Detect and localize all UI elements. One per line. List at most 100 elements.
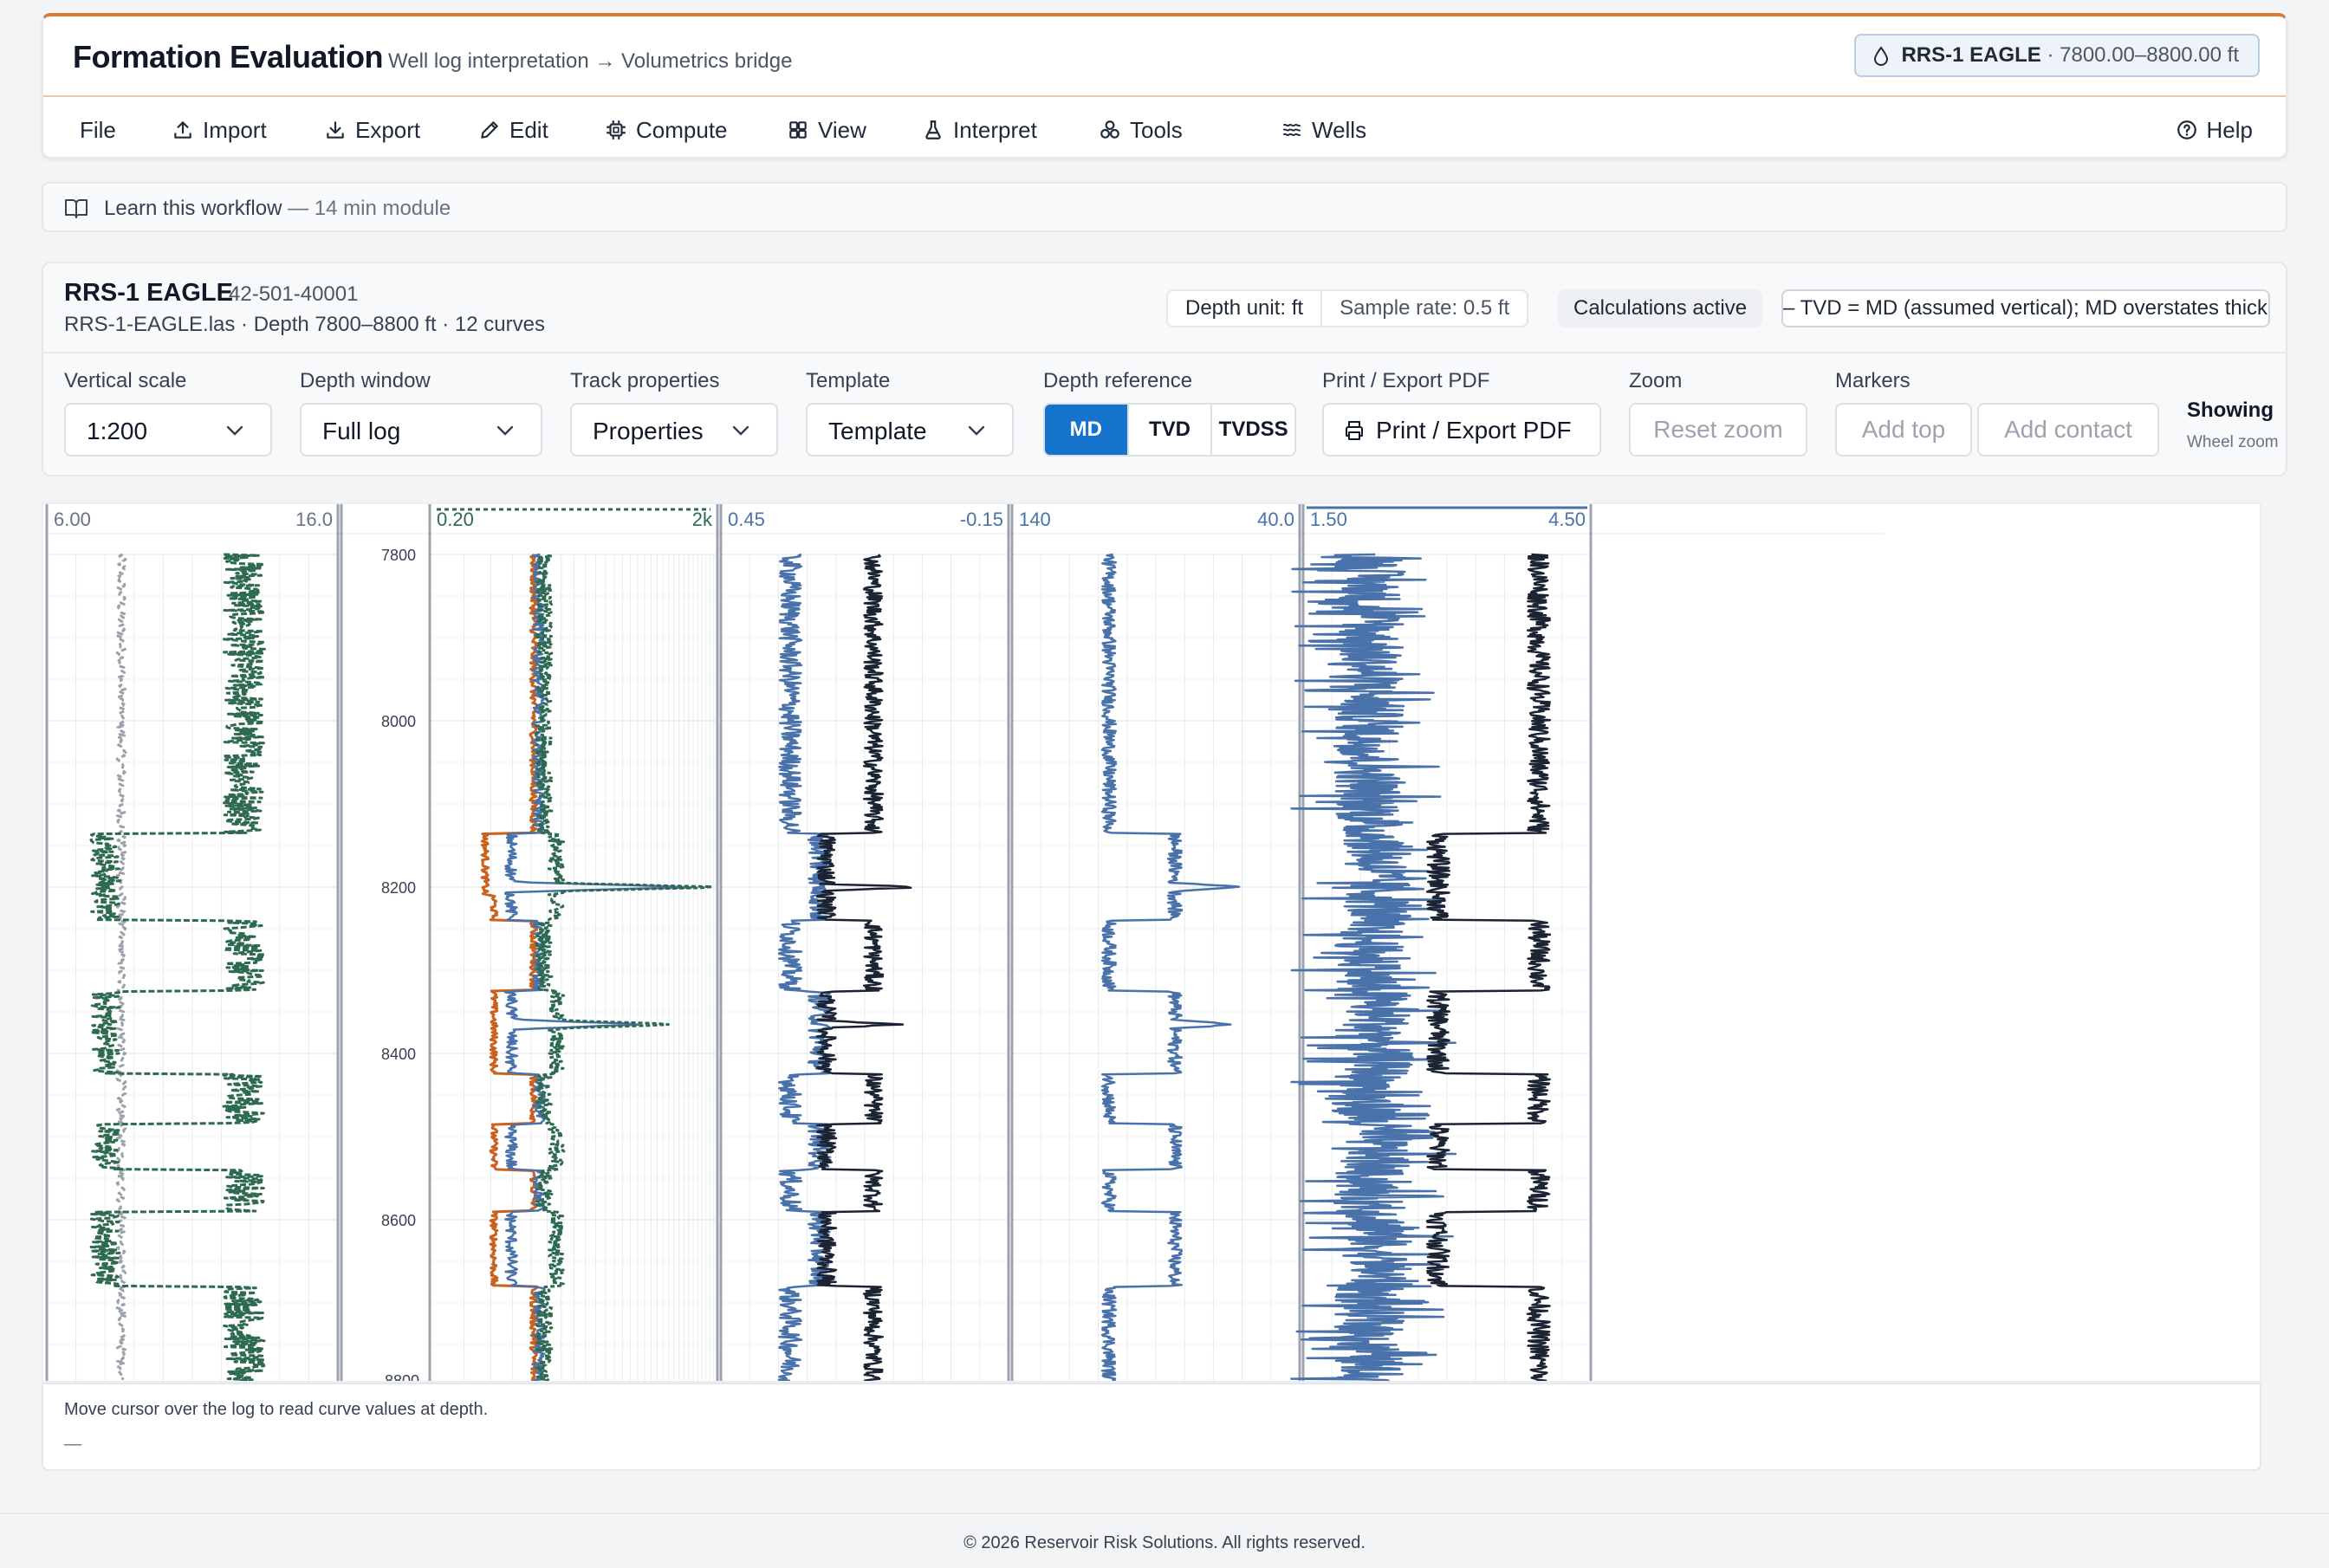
track-scale-right: 4.50 xyxy=(1548,509,1586,530)
menu-view[interactable]: View xyxy=(787,114,866,146)
learn-title: Learn this workflow xyxy=(104,197,282,220)
template-label: Template xyxy=(806,369,891,392)
reset-zoom-button[interactable]: Reset zoom xyxy=(1629,403,1807,457)
cursor-readout: Move cursor over the log to read curve v… xyxy=(42,1383,2261,1471)
help-icon xyxy=(2177,120,2196,139)
chevron-down-icon xyxy=(968,425,985,436)
track-scale-right: 2k xyxy=(692,509,713,530)
track-properties-select[interactable]: Properties xyxy=(570,403,778,457)
well-api: 42-501-40001 xyxy=(229,282,359,306)
learn-workflow-bar[interactable]: Learn this workflow — 14 min module xyxy=(42,182,2287,232)
app-title: Formation Evaluation xyxy=(73,39,384,75)
menu-view-label: View xyxy=(818,116,866,143)
depth-ref-md[interactable]: MD xyxy=(1045,405,1127,455)
menu-wells[interactable]: Wells xyxy=(1281,114,1366,146)
vertical-scale-label: Vertical scale xyxy=(64,369,187,392)
menu-import[interactable]: Import xyxy=(172,114,267,146)
well-summary: RRS-1 EAGLE 42-501-40001 RRS-1-EAGLE.las… xyxy=(43,263,2286,353)
menu-help-label: Help xyxy=(2206,116,2253,143)
depth-ref-tvd[interactable]: TVD xyxy=(1126,405,1211,455)
well-chip-name: RRS-1 EAGLE xyxy=(1901,43,2041,67)
depth-reference-toggle: MD TVD TVDSS xyxy=(1043,403,1296,457)
well-chip-range: · 7800.00–8800.00 ft xyxy=(2040,43,2239,67)
menu-tools-label: Tools xyxy=(1130,116,1183,143)
chevron-down-icon xyxy=(226,425,243,436)
menu-export[interactable]: Export xyxy=(324,114,420,146)
template-select[interactable]: Template xyxy=(806,403,1014,457)
depth-reference-label: Depth reference xyxy=(1043,369,1193,392)
tvd-note: – TVD = MD (assumed vertical); MD overst… xyxy=(1781,289,2270,327)
well-name: RRS-1 EAGLE xyxy=(64,279,233,307)
depth-tick-label: 8200 xyxy=(381,879,416,897)
book-icon xyxy=(65,199,88,218)
depth-tick-label: 8600 xyxy=(381,1212,416,1229)
menu-interpret-label: Interpret xyxy=(953,116,1037,143)
zoom-label: Zoom xyxy=(1629,369,1683,392)
template-value: Template xyxy=(828,418,927,444)
depth-unit: Depth unit: ft xyxy=(1185,296,1304,320)
active-well-chip[interactable]: RRS-1 EAGLE · 7800.00–8800.00 ft xyxy=(1854,34,2260,77)
log-viewer[interactable]: 7800 8000 8200 8400 8600 8800 6.00 16.0 0.20 2k 0.… xyxy=(42,502,2261,1383)
waves-icon xyxy=(1282,124,1301,136)
depth-window-label: Depth window xyxy=(300,369,431,392)
add-top-button[interactable]: Add top xyxy=(1835,403,1972,457)
print-export-button[interactable]: Print / Export PDF xyxy=(1322,403,1601,457)
add-contact-button[interactable]: Add contact xyxy=(1977,403,2159,457)
footer: © 2026 Reservoir Risk Solutions. All rig… xyxy=(0,1513,2329,1568)
log-tracks-canvas[interactable]: 7800 8000 8200 8400 8600 8800 6.00 16.0 0.20 2k 0.… xyxy=(43,504,2260,1381)
menu-file-label: File xyxy=(80,116,116,143)
print-export-label: Print / Export PDF xyxy=(1376,417,1572,444)
calc-status-badge: Calculations active xyxy=(1558,289,1763,327)
track-scale-right: 16.0 xyxy=(295,509,333,530)
depth-window-select[interactable]: Full log xyxy=(300,403,542,457)
upload-icon xyxy=(174,121,191,139)
chevron-down-icon xyxy=(496,425,514,436)
print-label: Print / Export PDF xyxy=(1322,369,1490,392)
vertical-scale-value: 1:200 xyxy=(87,418,148,444)
menu-compute[interactable]: Compute xyxy=(605,114,728,146)
menu-tools[interactable]: Tools xyxy=(1099,114,1183,146)
track-scale-left: 1.50 xyxy=(1310,509,1347,530)
menu-bar: File Import Export Edit Compute View Int… xyxy=(43,99,2286,159)
menu-wells-label: Wells xyxy=(1312,116,1367,143)
chevron-down-icon xyxy=(732,425,749,436)
learn-workflow-text: Learn this workflow — 14 min module xyxy=(104,197,451,221)
pencil-icon xyxy=(481,121,498,139)
markers-label: Markers xyxy=(1835,369,1911,392)
app-page: Formation Evaluation Well log interpreta… xyxy=(0,0,2329,1568)
menu-import-label: Import xyxy=(203,116,267,143)
flask-icon xyxy=(925,120,941,139)
depth-tick-label: 8000 xyxy=(381,713,416,730)
vertical-scale-select[interactable]: 1:200 xyxy=(64,403,272,457)
tvd-note-text: – TVD = MD (assumed vertical); MD overst… xyxy=(1783,296,2270,320)
menu-file[interactable]: File xyxy=(80,114,116,146)
menu-interpret[interactable]: Interpret xyxy=(922,114,1037,146)
footer-text: © 2026 Reservoir Risk Solutions. All rig… xyxy=(963,1533,1366,1552)
menu-help[interactable]: Help xyxy=(2176,114,2253,146)
printer-icon xyxy=(1346,421,1363,440)
track-properties-label: Track properties xyxy=(570,369,720,392)
depth-tick-label: 8400 xyxy=(381,1046,416,1063)
grid-icon xyxy=(789,121,807,139)
menu-export-label: Export xyxy=(355,116,421,143)
well-panel: RRS-1 EAGLE 42-501-40001 RRS-1-EAGLE.las… xyxy=(42,262,2287,476)
menu-edit[interactable]: Edit xyxy=(478,114,548,146)
depth-info-group: Depth unit: ft Sample rate: 0.5 ft xyxy=(1166,289,1529,327)
readout-value: — xyxy=(64,1435,81,1454)
track-scale-right: 40.0 xyxy=(1257,509,1294,530)
showing-label: Showing xyxy=(2187,398,2274,422)
title-bar: Formation Evaluation Well log interpreta… xyxy=(43,16,2286,97)
track-scale-left: 0.20 xyxy=(437,509,474,530)
readout-hint: Move cursor over the log to read curve v… xyxy=(64,1400,489,1419)
menu-compute-label: Compute xyxy=(636,116,728,143)
cogs-icon xyxy=(1100,120,1119,139)
track-scale-left: 0.45 xyxy=(728,509,765,530)
track-properties-value: Properties xyxy=(593,418,704,444)
wheel-zoom-hint: Wheel zoom xyxy=(2187,433,2279,451)
droplet-icon xyxy=(1874,46,1889,66)
depth-ref-tvdss[interactable]: TVDSS xyxy=(1210,405,1294,455)
cpu-icon xyxy=(607,120,626,139)
track-scale-left: 6.00 xyxy=(54,509,91,530)
depth-tick-label: 7800 xyxy=(381,547,416,564)
app-subtitle: Well log interpretation → Volumetrics br… xyxy=(388,49,793,73)
